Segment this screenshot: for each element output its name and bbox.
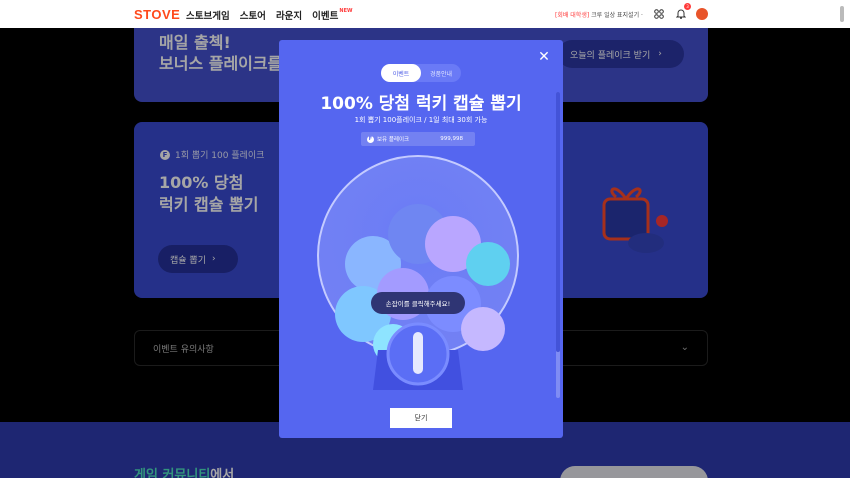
nav-item-event-label: 이벤트 xyxy=(312,11,339,22)
main-nav: 스토브게임 스토어 라운지 이벤트NEW xyxy=(186,8,353,22)
nav-item-lounge[interactable]: 라운지 xyxy=(276,8,302,22)
tab-event[interactable]: 이벤트 xyxy=(381,64,421,82)
stove-logo[interactable]: STOVE xyxy=(134,7,180,22)
close-icon[interactable]: ✕ xyxy=(537,50,551,64)
capsule-draw-modal: ✕ 이벤트 경품안내 100% 당첨 럭키 캡슐 뽑기 1회 뽑기 100플레이… xyxy=(279,40,563,438)
flake-balance: F 보유 플레이크 999,998 xyxy=(361,132,475,146)
modal-title: 100% 당첨 럭키 캡슐 뽑기 xyxy=(320,94,522,114)
modal-subtitle: 1회 뽑기 100플레이크 / 1일 최대 30회 가능 xyxy=(354,116,488,124)
notification-badge: 3 xyxy=(684,3,691,10)
tab-prize-info[interactable]: 경품안내 xyxy=(421,64,461,82)
modal-scrollbar-thumb[interactable] xyxy=(556,92,560,352)
top-navigation-bar: STOVE 스토브게임 스토어 라운지 이벤트NEW [회배 대학생] 크루 일… xyxy=(0,0,850,28)
bell-icon[interactable]: 3 xyxy=(674,3,691,20)
flake-coin-icon: F xyxy=(367,135,374,143)
new-badge: NEW xyxy=(339,8,353,14)
grid-menu-icon[interactable] xyxy=(652,7,665,20)
header-actions: 3 xyxy=(652,3,708,20)
page-scrollbar[interactable] xyxy=(840,6,844,22)
nav-item-games[interactable]: 스토브게임 xyxy=(186,8,230,22)
user-avatar[interactable] xyxy=(696,7,708,20)
flake-balance-label: 보유 플레이크 xyxy=(377,137,410,143)
notice-text: 크루 일상 표지설기 · xyxy=(591,12,643,19)
header-notice[interactable]: [회배 대학생] 크루 일상 표지설기 · xyxy=(555,10,643,19)
modal-scrollbar[interactable] xyxy=(556,92,560,398)
flake-balance-value: 999,998 xyxy=(440,136,463,142)
capsule-machine-illustration xyxy=(317,155,519,390)
nav-item-event[interactable]: 이벤트NEW xyxy=(312,8,352,22)
notice-tag: [회배 대학생] xyxy=(555,12,590,19)
click-handle-hint: 손잡이를 클릭해주세요! xyxy=(371,292,465,314)
close-modal-button[interactable]: 닫기 xyxy=(390,408,452,428)
modal-tabs: 이벤트 경품안내 xyxy=(381,64,461,82)
nav-item-store[interactable]: 스토어 xyxy=(240,8,266,22)
